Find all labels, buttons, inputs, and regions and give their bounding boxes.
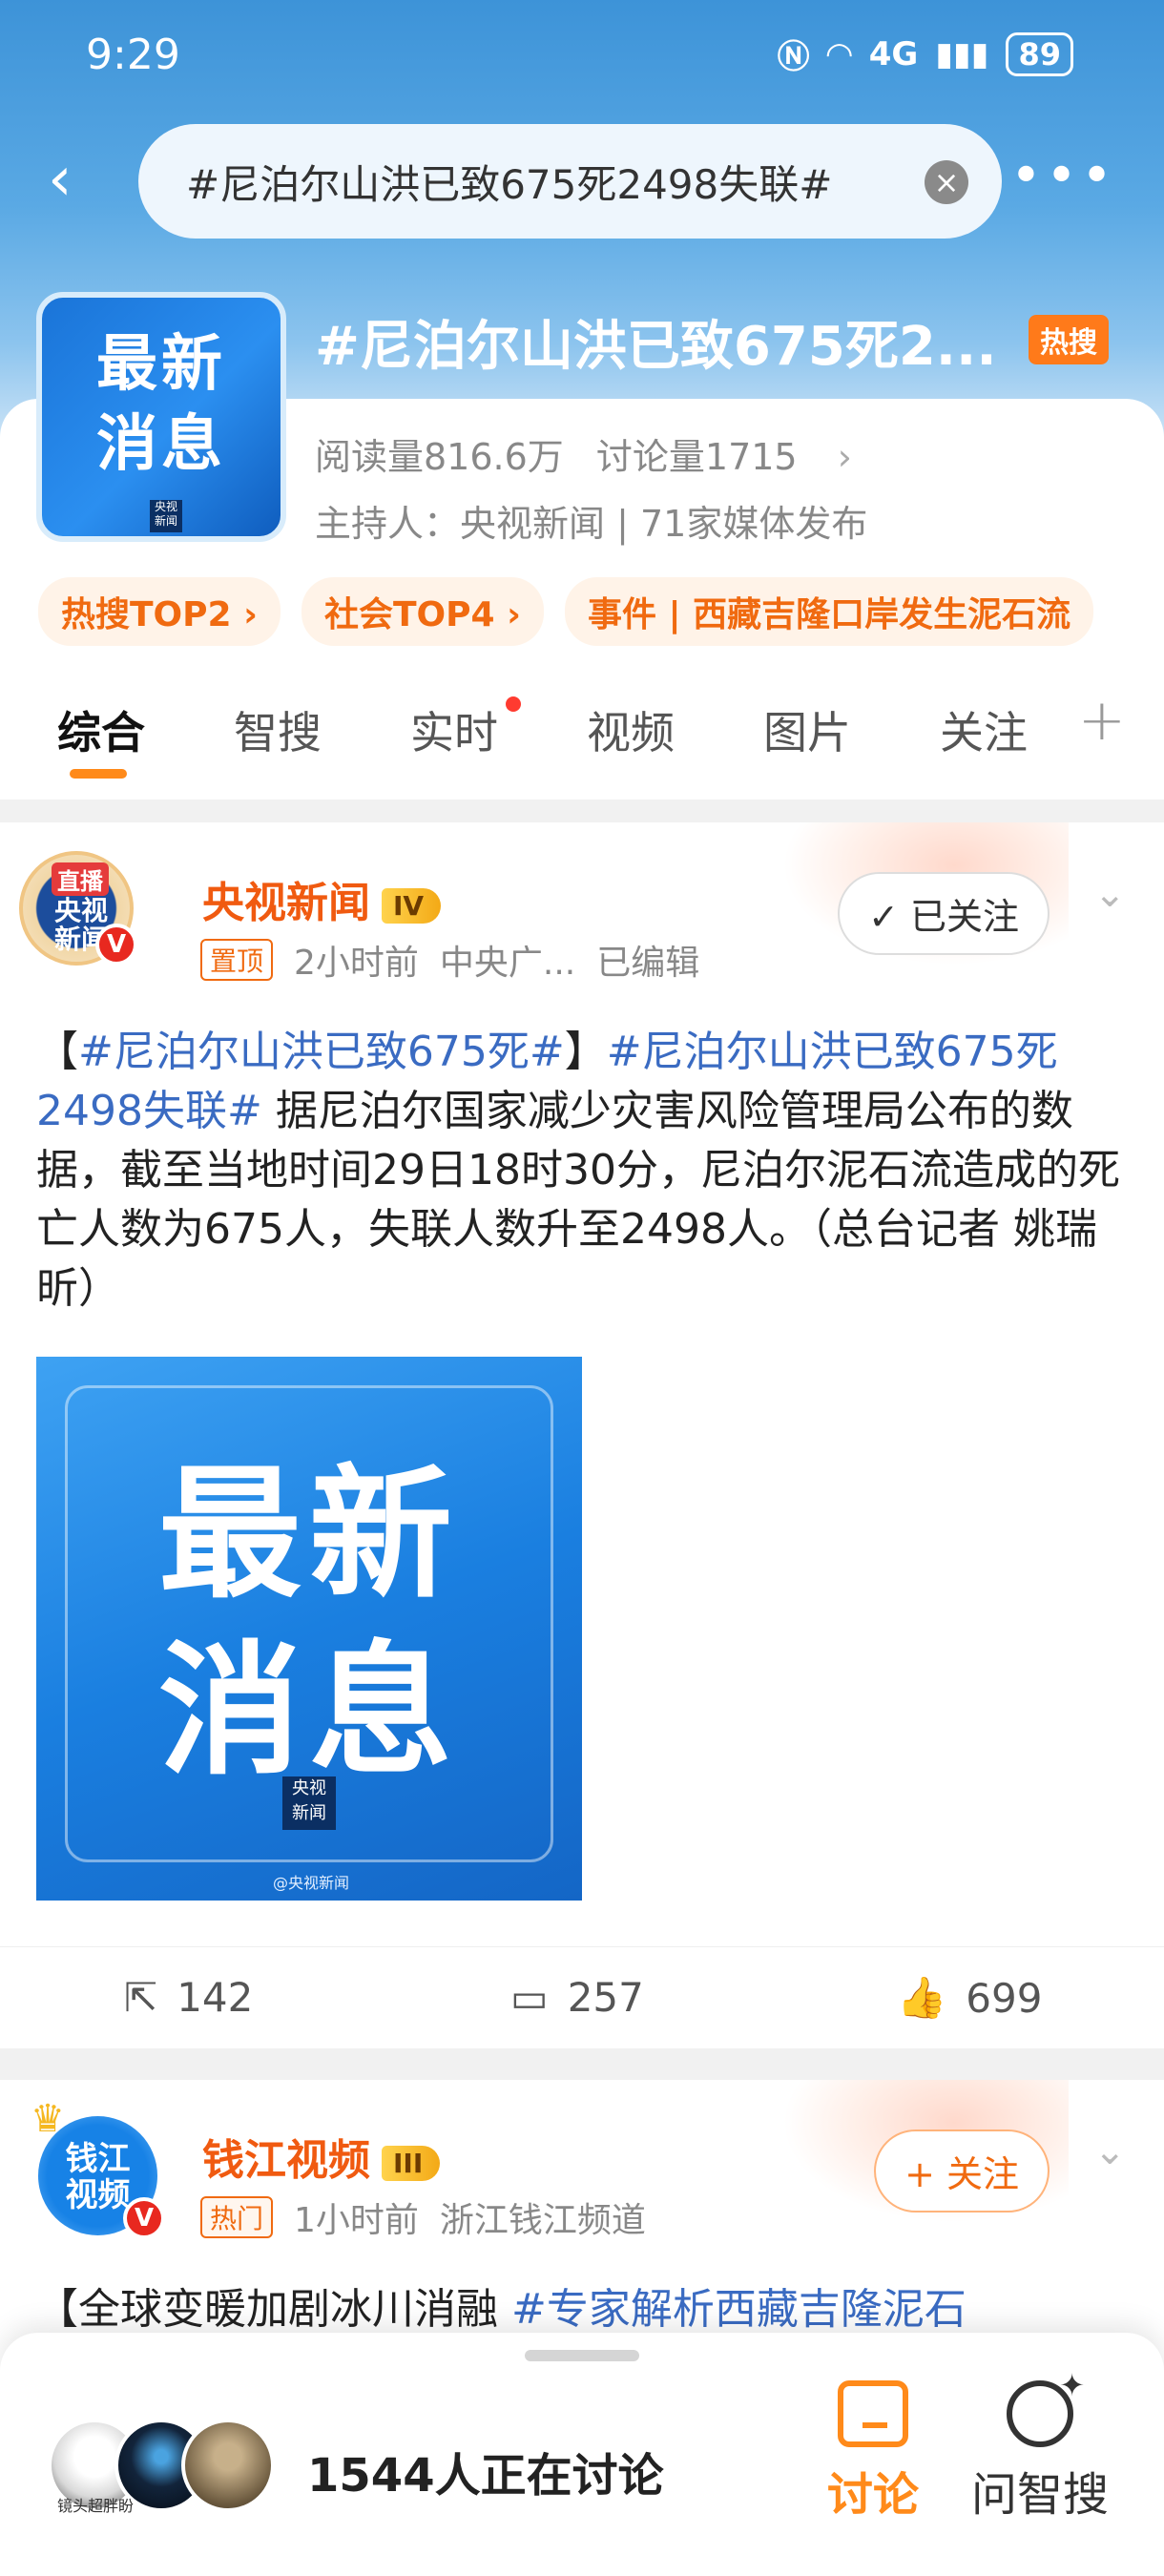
more-icon[interactable]: ••• (1010, 148, 1116, 205)
tab-realtime[interactable]: 实时 (410, 698, 498, 761)
compose-icon (838, 2380, 908, 2447)
search-bar: ‹ #尼泊尔山洪已致675死2498失联# × ••• (0, 119, 1164, 243)
read-count: 阅读量816.6万 (315, 436, 564, 478)
status-icons: Ⓝ ◠ 4G ▮▮▮ 89 (778, 31, 1073, 77)
new-indicator-dot (506, 696, 521, 712)
post-source: 中央广... (439, 944, 576, 983)
post-source: 浙江钱江频道 (439, 2201, 646, 2240)
verified-icon: V (95, 924, 137, 966)
repost-button[interactable]: ⇱ 142 (124, 1974, 253, 2021)
discussion-bar: 镜头超胖盼 1544人正在讨论 讨论 问智搜 (0, 2333, 1164, 2576)
author-name[interactable]: 钱江视频 III (202, 2126, 441, 2187)
topic-title: #尼泊尔山洪已致675死2... (315, 316, 997, 378)
post-time: 2小时前 (294, 944, 419, 983)
live-badge: 直播 (52, 862, 109, 896)
body-bracket: 【 (36, 1028, 78, 1076)
pinned-badge: 置顶 (200, 939, 274, 981)
status-bar: 9:29 Ⓝ ◠ 4G ▮▮▮ 89 (0, 0, 1164, 114)
avatar[interactable]: 直播 央视 新闻 V (19, 851, 137, 966)
drag-handle[interactable] (525, 2350, 639, 2361)
tab-images[interactable]: 图片 (763, 698, 851, 761)
action-bar: ⇱ 142 ▭ 257 👍 699 (0, 1946, 1164, 2042)
image-watermark: @央视新闻 (273, 1874, 350, 1892)
repost-icon: ⇱ (124, 1974, 158, 2021)
ask-ai-label: 问智搜 (970, 2468, 1109, 2522)
tag-event[interactable]: 事件 | 西藏吉隆口岸发生泥石流 (564, 577, 1094, 646)
thumbnail-text: 最新 消息 (96, 329, 226, 480)
hashtag-link[interactable]: #专家解析西藏吉隆泥石 (511, 2285, 967, 2334)
avatar-caption: 镜头超胖盼 (57, 2497, 135, 2515)
verified-icon: V (123, 2197, 165, 2239)
author-name[interactable]: 央视新闻 IV (202, 868, 442, 929)
cctv-logo-icon: 央视 新闻 (282, 1776, 336, 1830)
tab-video[interactable]: 视频 (587, 698, 675, 761)
discussing-count: 1544人正在讨论 (307, 2449, 664, 2503)
post-meta: 热门 1小时前 浙江钱江频道 (200, 2192, 646, 2242)
follow-label: 已关注 (909, 896, 1019, 938)
discuss-button[interactable]: 讨论 (816, 2380, 930, 2524)
chevron-down-icon[interactable]: ⌄ (1093, 2129, 1126, 2173)
avatar (181, 2419, 275, 2512)
discussion-count: 讨论量1715 (595, 436, 798, 478)
chevron-down-icon[interactable]: ⌄ (1093, 872, 1126, 916)
hot-badge: 热搜 (1029, 315, 1109, 364)
cctv-logo-icon: 央视 新闻 (150, 500, 182, 532)
post-meta: 置顶 2小时前 中央广... 已编辑 (200, 935, 699, 985)
author-name-text: 钱江视频 (202, 2136, 370, 2185)
crown-icon: ♛ (31, 2097, 65, 2141)
topic-thumbnail[interactable]: 最新 消息 央视 新闻 (36, 292, 286, 542)
cell-signal-icon: ▮▮▮ (935, 34, 989, 73)
post-text: 【#尼泊尔山洪已致675死#】#尼泊尔山洪已致675死2498失联# 据尼泊尔国… (36, 1023, 1133, 1319)
tag-hot-search-rank[interactable]: 热搜TOP2 › (38, 577, 281, 646)
like-count: 699 (966, 1974, 1043, 2022)
body-text: 【全球变暖加剧冰川消融 (36, 2285, 511, 2334)
avatar[interactable]: ♛ 钱江 视频 V (31, 2097, 165, 2239)
discuss-label: 讨论 (826, 2468, 919, 2522)
comment-icon: ▭ (510, 1974, 549, 2021)
nfc-icon: Ⓝ (777, 38, 810, 76)
crown-level-badge: III (382, 2145, 441, 2181)
tag-society-rank[interactable]: 社会TOP4 › (301, 577, 544, 646)
tab-active-indicator (70, 769, 127, 779)
followed-button[interactable]: ✓ 已关注 (838, 872, 1050, 955)
search-query: #尼泊尔山洪已致675死2498失联# (186, 161, 833, 208)
clear-icon[interactable]: × (925, 160, 968, 204)
search-input[interactable]: #尼泊尔山洪已致675死2498失联# × (138, 124, 1002, 239)
post-text: 【全球变暖加剧冰川消融 #专家解析西藏吉隆泥石 (36, 2280, 1133, 2339)
topic-stats[interactable]: 阅读量816.6万 讨论量1715 › (315, 427, 852, 480)
signal-label: 4G (868, 34, 919, 73)
participant-avatars[interactable]: 镜头超胖盼 (48, 2419, 286, 2515)
topic-host: 主持人：央视新闻 | 71家媒体发布 (315, 503, 868, 545)
tab-comprehensive[interactable]: 综合 (57, 698, 145, 761)
image-text: 最新 消息 (157, 1452, 460, 1795)
follow-button[interactable]: + 关注 (874, 2129, 1050, 2212)
repost-count: 142 (177, 1974, 254, 2021)
like-button[interactable]: 👍 699 (897, 1974, 1042, 2022)
comment-button[interactable]: ▭ 257 (510, 1974, 644, 2021)
battery-icon: 89 (1006, 31, 1073, 76)
tab-bar: 综合 智搜 实时 视频 图片 关注 + (0, 687, 1164, 792)
post-card[interactable]: 直播 央视 新闻 V 央视新闻 IV 置顶 2小时前 中央广... 已编辑 ✓ 已关… (0, 822, 1164, 2048)
add-tab-icon[interactable]: + (1078, 687, 1126, 754)
back-icon[interactable]: ‹ (48, 146, 95, 213)
edited-label: 已编辑 (596, 944, 700, 983)
topic-tags: 热搜TOP2 › 社会TOP4 › 事件 | 西藏吉隆口岸发生泥石流 (38, 577, 1094, 646)
chevron-right-icon: › (837, 436, 852, 478)
tab-smart-search[interactable]: 智搜 (234, 698, 322, 761)
body-bracket: 】 (564, 1028, 607, 1076)
comment-count: 257 (567, 1974, 644, 2021)
tab-following[interactable]: 关注 (940, 698, 1028, 761)
ai-search-icon (1007, 2367, 1085, 2447)
post-image[interactable]: 最新 消息 央视 新闻 @央视新闻 (36, 1357, 582, 1901)
hashtag-link[interactable]: #尼泊尔山洪已致675死# (78, 1028, 565, 1076)
like-icon: 👍 (897, 1974, 947, 2021)
ask-ai-search-button[interactable]: 问智搜 (954, 2367, 1126, 2524)
post-time: 1小时前 (294, 2201, 419, 2240)
author-name-text: 央视新闻 (202, 879, 370, 927)
wifi-icon: ◠ (826, 34, 852, 73)
hot-badge: 热门 (200, 2196, 274, 2238)
status-time: 9:29 (86, 31, 180, 79)
crown-level-badge: IV (382, 887, 442, 924)
